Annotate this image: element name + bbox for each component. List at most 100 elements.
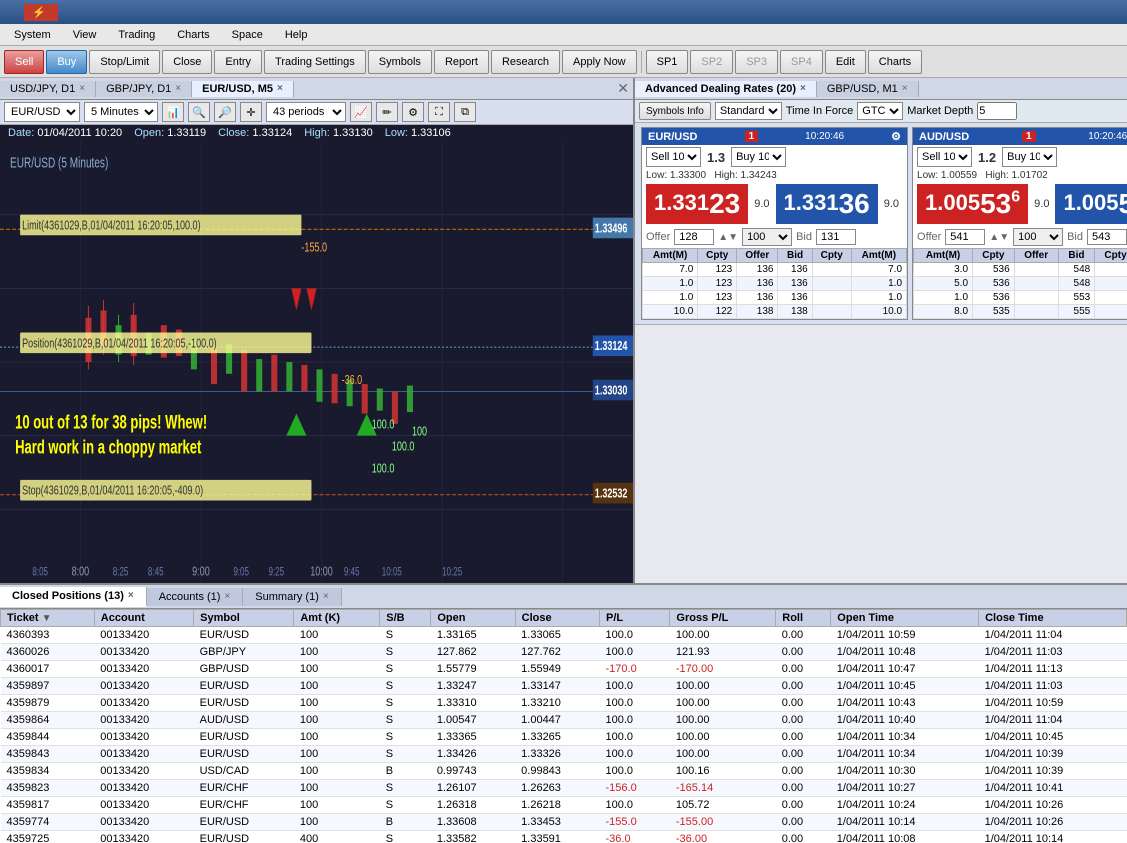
dealing-tab-adv-close[interactable]: × [800, 83, 806, 94]
dealing-tab-adv[interactable]: Advanced Dealing Rates (20) × [635, 81, 817, 97]
buy-button[interactable]: Buy [46, 50, 87, 74]
menu-space[interactable]: Space [222, 27, 273, 43]
stop-limit-button[interactable]: Stop/Limit [89, 50, 160, 74]
eurusd-live-btn[interactable]: 1 [745, 131, 759, 142]
table-row[interactable]: 4359774 00133420 EUR/USD 100 B 1.33608 1… [1, 814, 1127, 831]
menu-trading[interactable]: Trading [108, 27, 165, 43]
table-row[interactable]: 4360026 00133420 GBP/JPY 100 S 127.862 1… [1, 644, 1127, 661]
chart-area[interactable]: 8:00 9:00 10:00 8:05 8:25 8:45 9:05 9:25… [0, 141, 633, 583]
sp2-button[interactable]: SP2 [690, 50, 733, 74]
eurusd-buy-rate[interactable]: 1.33136 [776, 184, 878, 224]
bottom-tab-closed[interactable]: Closed Positions (13) × [0, 587, 147, 607]
standard-select[interactable]: Standard [715, 102, 782, 120]
table-row[interactable]: 4359843 00133420 EUR/USD 100 S 1.33426 1… [1, 746, 1127, 763]
audusd-bid-input[interactable] [1087, 229, 1127, 245]
timeframe-select[interactable]: 5 Minutes [84, 102, 158, 122]
trading-settings-button[interactable]: Trading Settings [264, 50, 366, 74]
col-account[interactable]: Account [94, 610, 193, 627]
menu-help[interactable]: Help [275, 27, 318, 43]
col-grosspl[interactable]: Gross P/L [670, 610, 776, 627]
bottom-tab-accounts[interactable]: Accounts (1) × [147, 588, 244, 606]
sp4-button[interactable]: SP4 [780, 50, 823, 74]
table-row[interactable]: 4360393 00133420 EUR/USD 100 S 1.33165 1… [1, 627, 1127, 644]
positions-table-container[interactable]: Ticket ▼ Account Symbol Amt (K) S/B Open… [0, 609, 1127, 843]
table-row[interactable]: 4359879 00133420 EUR/USD 100 S 1.33310 1… [1, 695, 1127, 712]
sp3-button[interactable]: SP3 [735, 50, 778, 74]
research-button[interactable]: Research [491, 50, 560, 74]
eurusd-buy-qty[interactable]: Buy 10 [731, 147, 786, 167]
market-depth-input[interactable] [977, 102, 1017, 120]
eurusd-bid-input[interactable] [816, 229, 856, 245]
col-ticket[interactable]: Ticket ▼ [1, 610, 95, 627]
report-button[interactable]: Report [434, 50, 489, 74]
symbols-button[interactable]: Symbols [368, 50, 432, 74]
audusd-offer-input[interactable] [945, 229, 985, 245]
periods-select[interactable]: 43 periods [266, 102, 346, 122]
chart-icon-zoom-in[interactable]: 🔍 [188, 102, 210, 122]
audusd-sell-qty[interactable]: Sell 10 [917, 147, 972, 167]
chart-tab-usdjpy[interactable]: USD/JPY, D1 × [0, 81, 96, 97]
col-open[interactable]: Open [431, 610, 515, 627]
chart-icon-maximize[interactable]: ⛶ [428, 102, 450, 122]
charts-button[interactable]: Charts [868, 50, 922, 74]
menu-view[interactable]: View [63, 27, 107, 43]
chart-tab-eurusd-close[interactable]: × [277, 83, 283, 94]
audusd-buy-qty[interactable]: Buy 10 [1002, 147, 1057, 167]
menu-charts[interactable]: Charts [167, 27, 219, 43]
chart-panel-expand[interactable]: ✕ [613, 80, 633, 97]
chart-tab-gbpjpy[interactable]: GBP/JPY, D1 × [96, 81, 192, 97]
col-roll[interactable]: Roll [776, 610, 831, 627]
eurusd-offer-input[interactable] [674, 229, 714, 245]
col-sb[interactable]: S/B [380, 610, 431, 627]
close-button[interactable]: Close [162, 50, 212, 74]
chart-icon-indicator[interactable]: 📈 [350, 102, 372, 122]
col-closetime[interactable]: Close Time [979, 610, 1127, 627]
chart-icon-settings[interactable]: ⚙ [402, 102, 424, 122]
bottom-tab-summary[interactable]: Summary (1) × [243, 588, 341, 606]
eurusd-sell-qty[interactable]: Sell 10 [646, 147, 701, 167]
chart-tab-usdjpy-close[interactable]: × [79, 83, 85, 94]
table-row[interactable]: 4359834 00133420 USD/CAD 100 B 0.99743 0… [1, 763, 1127, 780]
col-amt[interactable]: Amt (K) [294, 610, 380, 627]
table-row[interactable]: 4359725 00133420 EUR/USD 400 S 1.33582 1… [1, 831, 1127, 843]
edit-button[interactable]: Edit [825, 50, 866, 74]
chart-icon-crosshair[interactable]: ✛ [240, 102, 262, 122]
audusd-live-btn[interactable]: 1 [1022, 131, 1036, 142]
col-opentime[interactable]: Open Time [831, 610, 979, 627]
chart-tab-eurusd[interactable]: EUR/USD, M5 × [192, 81, 294, 97]
audusd-buy-rate[interactable]: 1.005548 [1055, 184, 1127, 224]
eurusd-offer-size[interactable]: 100 [742, 228, 792, 246]
entry-button[interactable]: Entry [214, 50, 262, 74]
audusd-sell-rate[interactable]: 1.005536 [917, 184, 1028, 224]
bottom-tab-closed-close[interactable]: × [128, 590, 134, 601]
cell-pl: 100.0 [600, 763, 670, 780]
chart-tab-gbpjpy-close[interactable]: × [175, 83, 181, 94]
gtc-select[interactable]: GTC [857, 102, 903, 120]
chart-icon-zoom-out[interactable]: 🔎 [214, 102, 236, 122]
col-close[interactable]: Close [515, 610, 599, 627]
bottom-tab-summary-close[interactable]: × [323, 591, 329, 602]
apply-now-button[interactable]: Apply Now [562, 50, 637, 74]
col-symbol[interactable]: Symbol [194, 610, 294, 627]
chart-icon-draw[interactable]: ✏ [376, 102, 398, 122]
bottom-tab-accounts-close[interactable]: × [224, 591, 230, 602]
eurusd-sell-rate[interactable]: 1.33123 [646, 184, 748, 224]
table-row[interactable]: 4359823 00133420 EUR/CHF 100 S 1.26107 1… [1, 780, 1127, 797]
sell-button[interactable]: Sell [4, 50, 44, 74]
eurusd-settings-icon[interactable]: ⚙ [891, 130, 901, 143]
table-row[interactable]: 4359897 00133420 EUR/USD 100 S 1.33247 1… [1, 678, 1127, 695]
sp1-button[interactable]: SP1 [646, 50, 689, 74]
dealing-tab-gbpusd[interactable]: GBP/USD, M1 × [817, 81, 919, 97]
chart-icon-detach[interactable]: ⧉ [454, 102, 476, 122]
symbol-select[interactable]: EUR/USD [4, 102, 80, 122]
table-row[interactable]: 4359864 00133420 AUD/USD 100 S 1.00547 1… [1, 712, 1127, 729]
symbols-info-btn[interactable]: Symbols Info [639, 102, 711, 120]
chart-icon-type[interactable]: 📊 [162, 102, 184, 122]
col-pl[interactable]: P/L [600, 610, 670, 627]
table-row[interactable]: 4359844 00133420 EUR/USD 100 S 1.33365 1… [1, 729, 1127, 746]
menu-system[interactable]: System [4, 27, 61, 43]
dealing-tab-gbpusd-close[interactable]: × [902, 83, 908, 94]
audusd-offer-size[interactable]: 100 [1013, 228, 1063, 246]
table-row[interactable]: 4359817 00133420 EUR/CHF 100 S 1.26318 1… [1, 797, 1127, 814]
table-row[interactable]: 4360017 00133420 GBP/USD 100 S 1.55779 1… [1, 661, 1127, 678]
